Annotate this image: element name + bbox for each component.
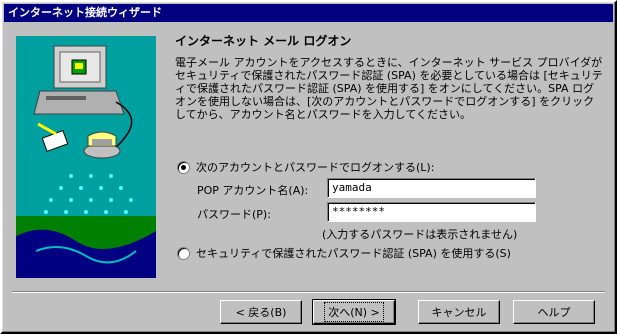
window-title: インターネット接続ウィザード xyxy=(4,4,613,22)
separator xyxy=(12,291,605,293)
password-input[interactable]: ******** xyxy=(327,202,536,222)
computer-phone-illustration xyxy=(16,36,156,278)
spa-radio[interactable]: セキュリティで保護されたパスワード認証 (SPA) を使用する(S) xyxy=(177,245,511,261)
logon-account-radio[interactable]: 次のアカウントとパスワードでログオンする(L): xyxy=(177,159,434,175)
description-text: 電子メール アカウントをアクセスするときに、インターネット サービス プロバイダ… xyxy=(175,56,603,121)
wizard-content: インターネット メール ログオン xyxy=(175,32,605,49)
wizard-illustration xyxy=(16,36,156,278)
next-button[interactable]: 次へ(N) > xyxy=(312,299,396,325)
radio-checked-icon xyxy=(177,160,190,174)
help-button[interactable]: ヘルプ xyxy=(513,300,595,324)
radio-unchecked-icon xyxy=(177,246,190,260)
page-title: インターネット メール ログオン xyxy=(175,34,352,48)
password-note: (入力するパスワードは表示されません) xyxy=(322,228,518,241)
back-button[interactable]: < 戻る(B) xyxy=(220,300,302,324)
next-button-label: 次へ(N) > xyxy=(324,302,384,322)
cancel-button[interactable]: キャンセル xyxy=(418,300,500,324)
pop-account-input[interactable]: yamada xyxy=(327,178,536,198)
wizard-window: インターネット接続ウィザード インターネット メール ログオン 電子メール アカ… xyxy=(0,0,617,334)
spa-radio-label: セキュリティで保護されたパスワード認証 (SPA) を使用する(S) xyxy=(196,247,511,260)
pop-account-label: POP アカウント名(A): xyxy=(197,184,309,197)
logon-account-radio-label: 次のアカウントとパスワードでログオンする(L): xyxy=(196,161,435,174)
password-label: パスワード(P): xyxy=(197,208,271,221)
